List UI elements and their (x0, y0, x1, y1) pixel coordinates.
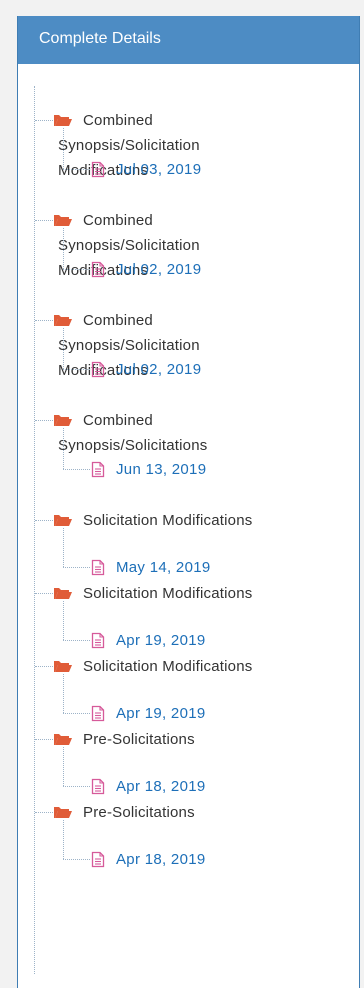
document-icon (91, 632, 105, 649)
document-date-link[interactable]: Apr 18, 2019 (116, 778, 206, 796)
tree-connector (35, 739, 53, 740)
tree-connector (35, 666, 53, 667)
folder-label[interactable]: Pre-Solicitations (83, 729, 195, 751)
tree-connector (63, 169, 90, 170)
tree-connector (63, 601, 64, 640)
complete-details-panel: Complete Details Combined Synopsis/Solici… (17, 16, 360, 988)
document-date-link[interactable]: Apr 18, 2019 (116, 851, 206, 869)
document-date-link[interactable]: Jul 03, 2019 (116, 161, 201, 179)
tree-connector (35, 593, 53, 594)
document-icon (91, 851, 105, 868)
tree-connector (63, 713, 90, 714)
tree-connector (63, 369, 90, 370)
tree-connector (35, 420, 53, 421)
document-date-link[interactable]: Jul 02, 2019 (116, 361, 201, 379)
folder-open-icon (53, 586, 73, 600)
folder-open-icon (53, 732, 73, 746)
folder-label[interactable]: Combined (83, 410, 153, 432)
document-date-link[interactable]: Apr 19, 2019 (116, 705, 206, 723)
folder-label[interactable]: Solicitation Modifications (83, 510, 252, 532)
folder-open-icon (53, 413, 73, 427)
folder-label[interactable]: Solicitation Modifications (83, 583, 252, 605)
folder-label[interactable]: Synopsis/Solicitation (58, 235, 200, 257)
tree-connector (63, 859, 90, 860)
folder-open-icon (53, 113, 73, 127)
folder-label[interactable]: Synopsis/Solicitation (58, 135, 200, 157)
folder-label[interactable]: Combined (83, 110, 153, 132)
document-date-link[interactable]: Jul 02, 2019 (116, 261, 201, 279)
tree-connector (63, 428, 64, 469)
folder-open-icon (53, 659, 73, 673)
folder-open-icon (53, 213, 73, 227)
document-date-link[interactable]: Jun 13, 2019 (116, 461, 206, 479)
tree-connector (35, 320, 53, 321)
document-icon (91, 361, 105, 378)
document-date-link[interactable]: Apr 19, 2019 (116, 632, 206, 650)
document-icon (91, 705, 105, 722)
document-date-link[interactable]: May 14, 2019 (116, 559, 211, 577)
details-tree: Combined Synopsis/Solicitation Modificatio… (18, 64, 359, 988)
panel-header: Complete Details (18, 16, 359, 64)
tree-connector (63, 674, 64, 713)
folder-label[interactable]: Synopsis/Solicitation (58, 335, 200, 357)
folder-label[interactable]: Solicitation Modifications (83, 656, 252, 678)
tree-connector (63, 747, 64, 786)
document-icon (91, 261, 105, 278)
tree-connector (63, 228, 64, 269)
document-icon (91, 559, 105, 576)
folder-label[interactable]: Combined (83, 310, 153, 332)
tree-connector (63, 528, 64, 567)
tree-connector (63, 640, 90, 641)
tree-connector (35, 520, 53, 521)
tree-connector (35, 812, 53, 813)
tree-connector (63, 328, 64, 369)
tree-connector (63, 820, 64, 859)
tree-connector (63, 567, 90, 568)
tree-connector (63, 269, 90, 270)
tree-connector (63, 469, 90, 470)
document-icon (91, 461, 105, 478)
folder-open-icon (53, 513, 73, 527)
panel-title: Complete Details (39, 30, 161, 47)
document-icon (91, 778, 105, 795)
document-icon (91, 161, 105, 178)
tree-connector (35, 220, 53, 221)
folder-open-icon (53, 805, 73, 819)
tree-connector (63, 786, 90, 787)
folder-open-icon (53, 313, 73, 327)
tree-connector (63, 128, 64, 169)
folder-label[interactable]: Combined (83, 210, 153, 232)
tree-connector (35, 120, 53, 121)
folder-label[interactable]: Synopsis/Solicitations (58, 435, 207, 457)
folder-label[interactable]: Pre-Solicitations (83, 802, 195, 824)
